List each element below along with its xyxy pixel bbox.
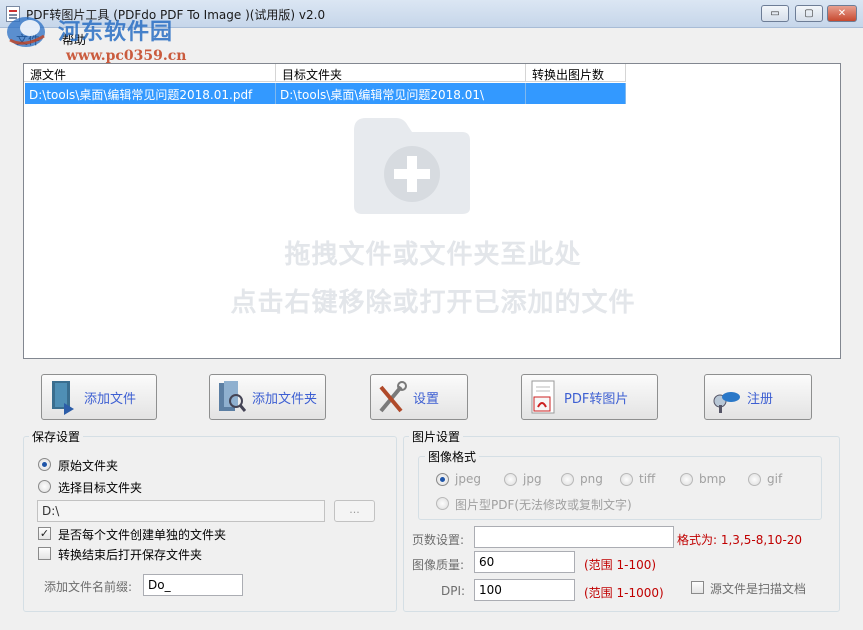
settings-button[interactable]: 设置 bbox=[370, 374, 468, 420]
key-icon bbox=[713, 392, 740, 413]
open-after-label[interactable]: 转换结束后打开保存文件夹 bbox=[58, 546, 202, 563]
choose-folder-radio[interactable] bbox=[38, 480, 51, 493]
save-path-input[interactable]: D:\ bbox=[37, 500, 325, 522]
format-jpeg-radio[interactable] bbox=[436, 473, 449, 486]
format-png-radio[interactable] bbox=[561, 473, 574, 486]
separate-folder-checkbox[interactable]: ✓ bbox=[38, 527, 51, 540]
file-row-count bbox=[526, 83, 626, 104]
close-button[interactable]: ✕ bbox=[827, 5, 857, 22]
file-list-header: 源文件 目标文件夹 转换出图片数 bbox=[24, 64, 626, 82]
pdf-file-icon bbox=[531, 380, 555, 414]
image-pdf-label[interactable]: 图片型PDF(无法修改或复制文字) bbox=[455, 496, 632, 513]
add-folder-button[interactable]: 添加文件夹 bbox=[209, 374, 326, 420]
add-folder-label: 添加文件夹 bbox=[252, 391, 318, 407]
folder-add-icon bbox=[354, 118, 470, 214]
quality-range-hint: (范围 1-100) bbox=[584, 558, 657, 572]
original-folder-label[interactable]: 原始文件夹 bbox=[58, 457, 118, 474]
register-button[interactable]: 注册 bbox=[704, 374, 812, 420]
add-file-button[interactable]: 添加文件 bbox=[41, 374, 157, 420]
column-count[interactable]: 转换出图片数 bbox=[526, 64, 626, 82]
quality-label: 图像质量: bbox=[412, 558, 465, 572]
original-folder-radio[interactable] bbox=[38, 458, 51, 471]
watermark-url: www.pc0359.cn bbox=[66, 48, 187, 64]
format-gif-label[interactable]: gif bbox=[767, 472, 782, 486]
add-folder-icon bbox=[219, 381, 246, 412]
format-jpg-label[interactable]: jpg bbox=[523, 472, 542, 486]
dpi-label: DPI: bbox=[441, 584, 466, 598]
minimize-button[interactable]: ▭ bbox=[761, 5, 789, 22]
pages-format-hint: 格式为: 1,3,5-8,10-20 bbox=[677, 533, 803, 547]
image-settings-title: 图片设置 bbox=[409, 428, 464, 445]
scanned-doc-checkbox[interactable] bbox=[691, 581, 704, 594]
image-format-title: 图像格式 bbox=[425, 448, 480, 465]
column-target[interactable]: 目标文件夹 bbox=[276, 64, 526, 82]
file-row-source: D:\tools\桌面\编辑常见问题2018.01.pdf bbox=[25, 83, 276, 104]
column-source[interactable]: 源文件 bbox=[24, 64, 276, 82]
register-label: 注册 bbox=[747, 391, 774, 407]
file-row-target: D:\tools\桌面\编辑常见问题2018.01\ bbox=[276, 83, 526, 104]
watermark-title: 河东软件园 bbox=[58, 19, 174, 45]
add-file-label: 添加文件 bbox=[84, 391, 137, 407]
image-pdf-radio[interactable] bbox=[436, 497, 449, 510]
convert-button[interactable]: PDF转图片 bbox=[521, 374, 658, 420]
format-gif-radio[interactable] bbox=[748, 473, 761, 486]
file-list[interactable]: 源文件 目标文件夹 转换出图片数 D:\tools\桌面\编辑常见问题2018.… bbox=[23, 63, 841, 359]
format-tiff-label[interactable]: tiff bbox=[639, 472, 655, 486]
drop-hint-secondary: 点击右键移除或打开已添加的文件 bbox=[230, 288, 636, 318]
drop-hint-primary: 拖拽文件或文件夹至此处 bbox=[284, 240, 582, 270]
settings-label: 设置 bbox=[413, 391, 440, 407]
open-after-checkbox[interactable] bbox=[38, 547, 51, 560]
format-bmp-radio[interactable] bbox=[680, 473, 693, 486]
watermark-logo-icon bbox=[7, 17, 45, 47]
add-file-icon bbox=[52, 381, 74, 415]
scanned-doc-label[interactable]: 源文件是扫描文档 bbox=[710, 580, 806, 597]
tools-icon bbox=[379, 381, 407, 413]
browse-button[interactable]: ... bbox=[334, 500, 375, 522]
prefix-label: 添加文件名前缀: bbox=[44, 580, 133, 594]
format-tiff-radio[interactable] bbox=[620, 473, 633, 486]
format-bmp-label[interactable]: bmp bbox=[699, 472, 726, 486]
maximize-button[interactable]: ▢ bbox=[795, 5, 823, 22]
dpi-input[interactable]: 100 bbox=[474, 579, 575, 601]
convert-label: PDF转图片 bbox=[564, 391, 629, 407]
format-jpeg-label[interactable]: jpeg bbox=[455, 472, 481, 486]
quality-input[interactable]: 60 bbox=[474, 551, 575, 573]
format-jpg-radio[interactable] bbox=[504, 473, 517, 486]
pages-label: 页数设置: bbox=[412, 533, 465, 547]
file-row[interactable]: D:\tools\桌面\编辑常见问题2018.01.pdf D:\tools\桌… bbox=[25, 83, 626, 104]
pages-input[interactable] bbox=[474, 526, 674, 548]
prefix-input[interactable]: Do_ bbox=[143, 574, 243, 596]
format-png-label[interactable]: png bbox=[580, 472, 603, 486]
choose-folder-label[interactable]: 选择目标文件夹 bbox=[58, 479, 142, 496]
separate-folder-label[interactable]: 是否每个文件创建单独的文件夹 bbox=[58, 526, 226, 543]
save-settings-title: 保存设置 bbox=[29, 428, 84, 445]
dpi-range-hint: (范围 1-1000) bbox=[584, 586, 664, 600]
